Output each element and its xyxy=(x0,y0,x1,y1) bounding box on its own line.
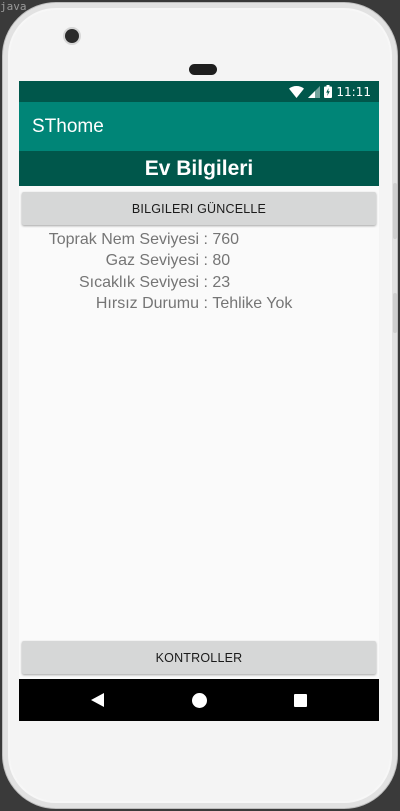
page-header: Ev Bilgileri xyxy=(19,151,379,186)
earpiece-speaker xyxy=(189,64,217,75)
info-label: Hırsız Durumu xyxy=(95,295,199,313)
info-separator: : xyxy=(199,230,213,248)
power-button xyxy=(393,293,397,333)
recents-icon[interactable] xyxy=(280,679,320,721)
status-bar: 11:11 xyxy=(19,81,379,102)
controls-button[interactable]: KONTROLLER xyxy=(22,641,376,674)
info-row-gas-level: Gaz Seviyesi : 80 xyxy=(19,251,379,273)
signal-icon xyxy=(308,85,321,98)
back-icon[interactable] xyxy=(77,679,117,721)
volume-button xyxy=(393,183,397,239)
info-separator: : xyxy=(199,273,213,291)
battery-icon xyxy=(324,85,333,98)
navigation-bar xyxy=(19,679,379,721)
info-label: Gaz Seviyesi xyxy=(105,252,199,270)
device-screen: 11:11 SThome Ev Bilgileri BILGILERI GÜNC… xyxy=(19,81,379,721)
page-title: Ev Bilgileri xyxy=(144,156,254,180)
update-info-button-label: BILGILERI GÜNCELLE xyxy=(131,201,267,216)
info-value: 760 xyxy=(212,230,240,248)
info-label: Toprak Nem Seviyesi xyxy=(48,230,199,248)
info-row-burglar-status: Hırsız Durumu : Tehlike Yok xyxy=(19,294,379,316)
info-label: Sıcaklık Seviyesi xyxy=(78,273,199,291)
info-list: Toprak Nem Seviyesi : 760 Gaz Seviyesi :… xyxy=(19,229,379,315)
update-info-button[interactable]: BILGILERI GÜNCELLE xyxy=(22,192,376,225)
info-value: 23 xyxy=(212,273,231,291)
controls-button-label: KONTROLLER xyxy=(155,650,243,665)
info-separator: : xyxy=(199,252,213,270)
home-icon[interactable] xyxy=(179,679,219,721)
info-value: Tehlike Yok xyxy=(212,295,293,313)
front-camera xyxy=(65,29,79,43)
app-title: SThome xyxy=(32,115,104,137)
info-row-soil-moisture: Toprak Nem Seviyesi : 760 xyxy=(19,229,379,251)
info-separator: : xyxy=(199,295,213,313)
info-row-temperature: Sıcaklık Seviyesi : 23 xyxy=(19,272,379,294)
status-time: 11:11 xyxy=(336,84,371,99)
info-value: 80 xyxy=(212,252,231,270)
app-bar: SThome xyxy=(19,102,379,151)
wifi-icon xyxy=(289,85,305,98)
